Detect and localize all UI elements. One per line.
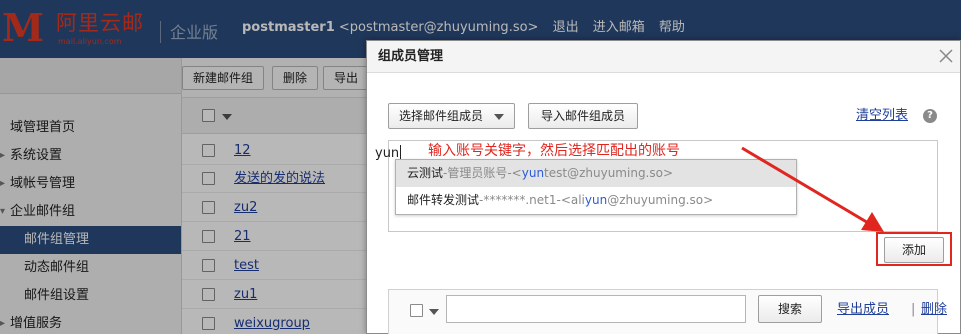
- add-button[interactable]: 添加: [884, 237, 944, 263]
- help-icon[interactable]: ?: [923, 109, 937, 123]
- suggestion-match: yun: [584, 193, 608, 207]
- select-members-label: 选择邮件组成员: [399, 109, 484, 123]
- group-members-dialog: 组成员管理 选择邮件组成员 导入邮件组成员 清空列表 ? yun 输入账号关键字…: [366, 40, 961, 334]
- member-search-input[interactable]: [446, 295, 746, 323]
- text-cursor: [400, 145, 402, 159]
- search-button[interactable]: 搜索: [758, 295, 822, 323]
- list-item[interactable]: 邮件转发测试-*******.net1-<aliyun@zhuyuming.so…: [396, 187, 796, 214]
- annotation-hint: 输入账号关键字，然后选择匹配出的账号: [428, 143, 680, 159]
- suggestion-match: yun: [521, 166, 545, 180]
- clear-list-link[interactable]: 清空列表: [856, 108, 908, 124]
- suggestion-meta: -*******.net1-<ali: [479, 193, 585, 207]
- suggestion-name: 云测试: [407, 166, 444, 180]
- close-icon[interactable]: [936, 46, 956, 66]
- suggestion-address: @zhuyuming.so>: [607, 193, 714, 207]
- dialog-title: 组成员管理: [378, 49, 444, 64]
- list-item[interactable]: 云测试-管理员账号-<yuntest@zhuyuming.so>: [396, 160, 796, 187]
- select-members-dropdown[interactable]: 选择邮件组成员: [388, 103, 515, 129]
- chevron-down-icon: [494, 114, 504, 120]
- suggestion-meta: -管理员账号-<: [443, 166, 522, 180]
- member-list-toolbar: 搜索 导出成员 | 删除: [388, 289, 947, 334]
- delete-members-link[interactable]: 删除: [921, 302, 947, 318]
- dialog-header: 组成员管理: [367, 41, 960, 73]
- export-members-link[interactable]: 导出成员: [837, 302, 889, 318]
- select-all-members-checkbox[interactable]: [410, 304, 423, 317]
- suggestion-address: test@zhuyuming.so>: [544, 166, 674, 180]
- chevron-down-icon[interactable]: [429, 309, 439, 315]
- autocomplete-list: 云测试-管理员账号-<yuntest@zhuyuming.so> 邮件转发测试-…: [395, 159, 797, 215]
- suggestion-name: 邮件转发测试: [407, 193, 480, 207]
- import-members-button[interactable]: 导入邮件组成员: [528, 103, 638, 129]
- link-separator: |: [911, 302, 916, 317]
